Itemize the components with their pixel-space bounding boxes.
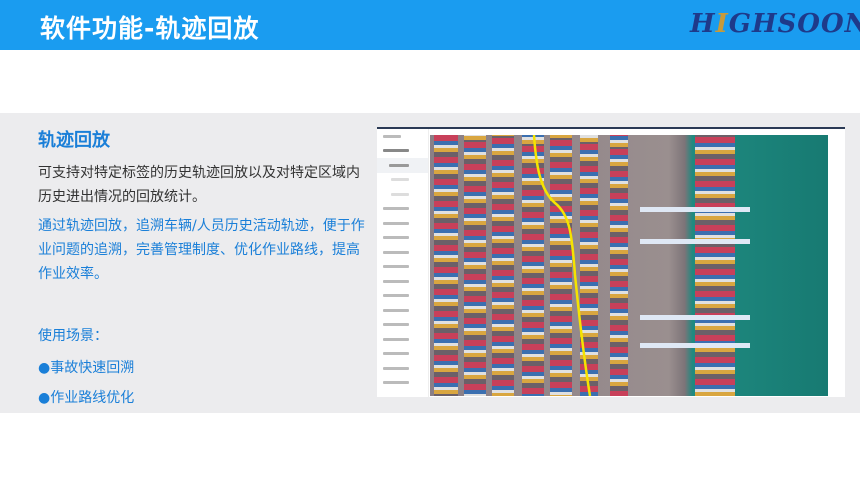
benefit-text: 通过轨迹回放，追溯车辆/人员历史活动轨迹，便于作业问题的追溯，完善管理制度、优化… xyxy=(38,218,365,282)
highsoon-logo: HIGHSOON xyxy=(690,9,860,39)
sidebar-item[interactable] xyxy=(377,173,428,188)
port-map-view[interactable] xyxy=(430,135,828,396)
sidebar-item[interactable] xyxy=(377,332,428,347)
sidebar-item[interactable] xyxy=(377,274,428,289)
app-sidebar xyxy=(377,129,429,397)
sidebar-item[interactable] xyxy=(377,347,428,362)
sidebar-item[interactable] xyxy=(377,260,428,275)
sidebar-item[interactable] xyxy=(377,216,428,231)
sidebar-item-active[interactable] xyxy=(377,158,428,173)
sidebar-item[interactable] xyxy=(377,289,428,304)
track-path xyxy=(532,135,592,396)
sidebar-item[interactable] xyxy=(377,376,428,391)
sidebar-item[interactable] xyxy=(377,318,428,333)
sidebar-item[interactable] xyxy=(377,361,428,376)
sidebar-item[interactable] xyxy=(377,303,428,318)
scene-item: ●事故快速回溯 xyxy=(38,360,135,376)
description-text: 可支持对特定标签的历史轨迹回放以及对特定区域内历史进出情况的回放统计。 xyxy=(38,165,360,205)
sidebar-item[interactable] xyxy=(377,202,428,217)
sidebar-item[interactable] xyxy=(377,144,428,159)
scene-item: ●作业路线优化 xyxy=(38,390,135,406)
app-screenshot xyxy=(377,127,845,397)
sidebar-item[interactable] xyxy=(377,245,428,260)
page-title: 软件功能-轨迹回放 xyxy=(40,14,260,43)
sidebar-item[interactable] xyxy=(377,231,428,246)
scenes-label: 使用场景： xyxy=(38,328,108,344)
header-bar: 软件功能-轨迹回放 HIGHSOON xyxy=(0,0,860,50)
sidebar-item[interactable] xyxy=(377,129,428,144)
section-subtitle: 轨迹回放 xyxy=(38,130,110,151)
sidebar-item[interactable] xyxy=(377,187,428,202)
